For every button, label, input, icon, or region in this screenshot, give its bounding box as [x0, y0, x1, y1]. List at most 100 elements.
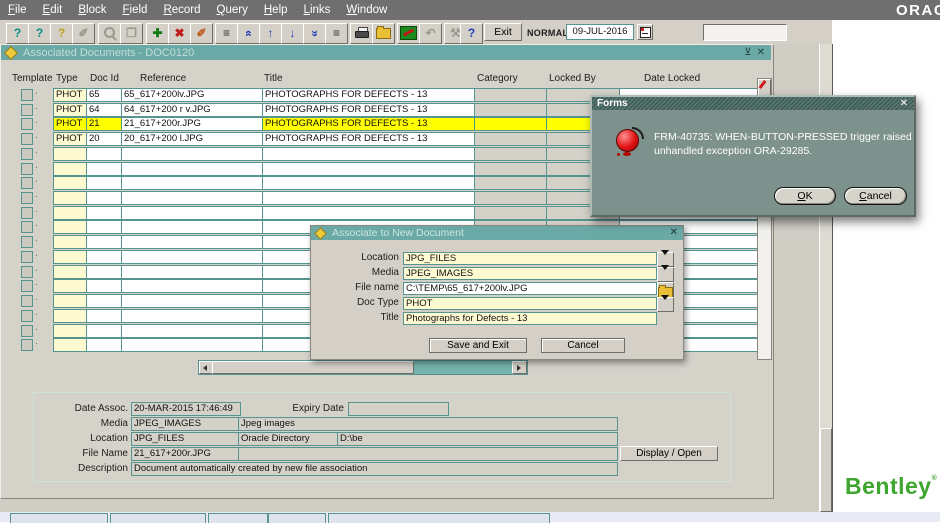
row-checkbox[interactable]: [21, 277, 38, 293]
doc-id-cell[interactable]: 64: [86, 102, 126, 117]
doc-type-input[interactable]: PHOT: [403, 297, 657, 310]
date-field[interactable]: 09-JUL-2016: [566, 24, 634, 40]
close-icon[interactable]: ✕: [670, 226, 678, 240]
menu-item-edit[interactable]: Edit: [35, 0, 71, 20]
row-checkbox[interactable]: [21, 115, 38, 131]
close-icon[interactable]: ✕: [900, 97, 908, 110]
row-checkbox[interactable]: [21, 233, 38, 249]
title-cell[interactable]: [262, 146, 478, 161]
row-checkbox[interactable]: [21, 86, 38, 101]
next-record-icon[interactable]: ↓: [281, 23, 304, 44]
row-checkbox[interactable]: [21, 160, 38, 175]
scroll-down-icon[interactable]: «: [303, 23, 326, 44]
date-assoc-field[interactable]: 20-MAR-2015 17:46:49: [131, 402, 241, 416]
exit-button[interactable]: Exit: [484, 23, 522, 41]
save-and-exit-button[interactable]: Save and Exit: [429, 338, 527, 353]
category-cell[interactable]: [474, 176, 551, 191]
menu-item-file[interactable]: File: [0, 0, 35, 20]
title-cell[interactable]: PHOTOGRAPHS FOR DEFECTS - 13: [262, 132, 478, 147]
location-type-field[interactable]: Oracle Directory: [238, 432, 341, 446]
doc-id-cell[interactable]: [86, 279, 126, 294]
category-cell[interactable]: [474, 161, 551, 176]
reference-cell[interactable]: [121, 235, 267, 250]
row-checkbox[interactable]: [21, 174, 38, 190]
category-cell[interactable]: [474, 205, 551, 220]
reference-cell[interactable]: [121, 308, 267, 323]
location-input[interactable]: JPG_FILES: [403, 252, 657, 265]
reference-cell[interactable]: 20_617+200 l.JPG: [121, 132, 267, 147]
commit-icon[interactable]: [397, 23, 420, 44]
previous-block-icon[interactable]: ≡: [215, 23, 238, 44]
previous-record-icon[interactable]: ↑: [259, 23, 282, 44]
print-icon[interactable]: [350, 23, 373, 44]
doc-id-cell[interactable]: [86, 205, 126, 220]
title-input[interactable]: Photographs for Defects - 13: [403, 312, 657, 325]
row-checkbox[interactable]: [21, 292, 38, 308]
mdi-scrollbar-thumb[interactable]: [820, 428, 832, 512]
row-checkbox[interactable]: [21, 204, 38, 219]
delete-record-icon[interactable]: ✖: [168, 23, 191, 44]
next-block-icon[interactable]: ≡: [325, 23, 348, 44]
title-cell[interactable]: [262, 161, 478, 176]
reference-cell[interactable]: [121, 205, 267, 220]
category-cell[interactable]: [474, 132, 551, 147]
scroll-up-icon[interactable]: «: [237, 23, 260, 44]
menu-item-block[interactable]: Block: [70, 0, 114, 20]
menu-item-window[interactable]: Window: [338, 0, 395, 20]
media-code-field[interactable]: JPEG_IMAGES: [131, 417, 241, 431]
category-cell[interactable]: [474, 117, 551, 132]
cancel-button[interactable]: Cancel: [541, 338, 625, 353]
cancel-button[interactable]: Cancel: [844, 187, 907, 205]
execute-query-icon[interactable]: ?: [28, 23, 51, 44]
category-cell[interactable]: [474, 191, 551, 206]
doc-id-cell[interactable]: [86, 249, 126, 264]
row-checkbox[interactable]: [21, 130, 38, 146]
insert-record-icon[interactable]: ✚: [146, 23, 169, 44]
reference-cell[interactable]: 21_617+200r.JPG: [121, 117, 267, 132]
menu-item-links[interactable]: Links: [296, 0, 339, 20]
reference-cell[interactable]: [121, 176, 267, 191]
row-checkbox[interactable]: [21, 263, 38, 278]
location-path-field[interactable]: D:\be: [337, 432, 618, 446]
doc-id-cell[interactable]: [86, 294, 126, 309]
doc-id-cell[interactable]: [86, 323, 126, 338]
row-checkbox[interactable]: [21, 336, 38, 352]
title-cell[interactable]: PHOTOGRAPHS FOR DEFECTS - 13: [262, 117, 478, 132]
reference-cell[interactable]: [121, 338, 267, 353]
save-icon[interactable]: [372, 23, 395, 44]
doc-id-cell[interactable]: 65: [86, 88, 126, 102]
doc-id-cell[interactable]: 21: [86, 117, 126, 132]
doc-id-cell[interactable]: [86, 176, 126, 191]
scroll-right-button[interactable]: [512, 361, 527, 374]
doc-id-cell[interactable]: [86, 161, 126, 176]
row-checkbox[interactable]: [21, 101, 38, 116]
help-icon[interactable]: ?: [460, 23, 483, 44]
clear-record-icon[interactable]: ✐: [190, 23, 213, 44]
status-field[interactable]: [703, 24, 787, 41]
reference-cell[interactable]: [121, 323, 267, 338]
title-cell[interactable]: PHOTOGRAPHS FOR DEFECTS - 13: [262, 102, 478, 117]
row-checkbox[interactable]: [21, 145, 38, 160]
reference-cell[interactable]: [121, 191, 267, 206]
ok-button[interactable]: OK: [774, 187, 836, 205]
row-checkbox[interactable]: [21, 248, 38, 263]
category-cell[interactable]: [474, 88, 551, 102]
menu-item-help[interactable]: Help: [256, 0, 296, 20]
row-checkbox[interactable]: [21, 322, 38, 337]
title-cell[interactable]: [262, 205, 478, 220]
expiry-date-field[interactable]: [348, 402, 449, 416]
calendar-button[interactable]: [637, 24, 653, 40]
menu-item-field[interactable]: Field: [115, 0, 156, 20]
media-desc-field[interactable]: Jpeg images: [238, 417, 618, 431]
reference-cell[interactable]: [121, 294, 267, 309]
doc-type-lov-button[interactable]: [657, 295, 674, 317]
doc-id-cell[interactable]: [86, 264, 126, 279]
horizontal-scrollbar-thumb[interactable]: [212, 361, 414, 374]
reference-cell[interactable]: [121, 264, 267, 279]
error-dialog-titlebar[interactable]: Forms ✕: [592, 97, 914, 110]
associate-dialog-titlebar[interactable]: Associate to New Document ✕: [311, 226, 683, 240]
reference-cell[interactable]: [121, 146, 267, 161]
media-lov-button[interactable]: [657, 265, 674, 287]
description-field[interactable]: Document automatically created by new fi…: [131, 462, 618, 476]
row-checkbox[interactable]: [21, 189, 38, 205]
